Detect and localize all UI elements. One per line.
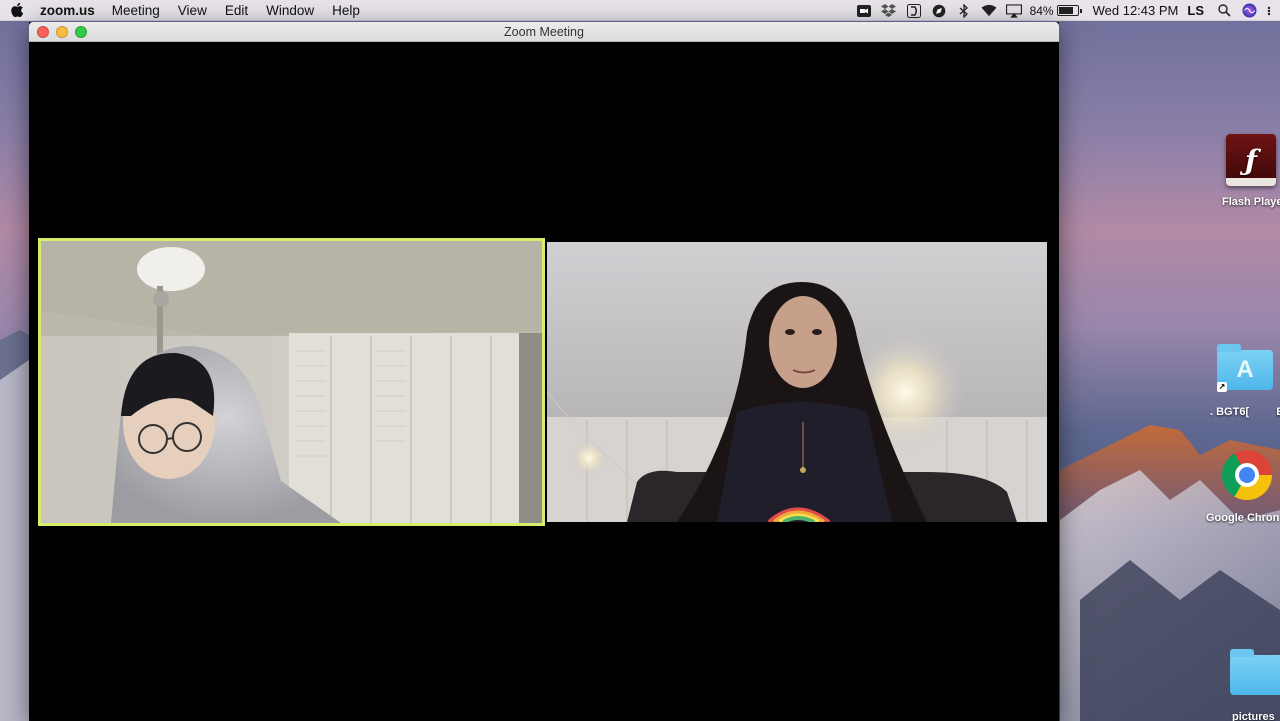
video-tile-active-speaker[interactable] xyxy=(38,238,545,526)
readability-icon[interactable] xyxy=(906,3,922,18)
user-initials[interactable]: LS xyxy=(1187,3,1204,18)
menu-app-name[interactable]: zoom.us xyxy=(40,3,95,18)
menu-clock[interactable]: Wed 12:43 PM xyxy=(1093,3,1179,18)
desktop-icon-pictures[interactable]: pictures xyxy=(1228,649,1280,721)
desktop-icon-flash-player[interactable]: ƒ Flash Playe xyxy=(1222,134,1280,208)
close-button[interactable] xyxy=(37,26,49,38)
flash-player-icon: ƒ xyxy=(1226,134,1276,186)
desktop-icon-label: . BGT6[ xyxy=(1210,406,1250,418)
menu-help[interactable]: Help xyxy=(332,3,360,18)
airplay-icon[interactable] xyxy=(1005,3,1022,18)
spotlight-search-icon[interactable] xyxy=(1216,4,1232,18)
desktop-icon-label: pictures xyxy=(1232,711,1275,721)
menu-bar: zoom.us Meeting View Edit Window Help 84… xyxy=(0,0,1280,21)
battery-icon[interactable] xyxy=(1056,5,1082,16)
bluetooth-icon[interactable] xyxy=(956,3,972,18)
desktop-icon-label: B xyxy=(1276,406,1280,418)
minimize-button[interactable] xyxy=(56,26,68,38)
desktop-icon-label: Google Chron xyxy=(1206,512,1280,524)
notification-center-icon[interactable] xyxy=(1266,4,1272,18)
app-store-folder-icon: A ↗ xyxy=(1217,344,1273,392)
window-titlebar[interactable]: Zoom Meeting xyxy=(29,22,1059,42)
window-title: Zoom Meeting xyxy=(504,24,584,39)
battery-percent: 84% xyxy=(1029,3,1054,18)
desktop-icon-chrome[interactable]: Google Chron xyxy=(1206,450,1280,524)
menu-meeting[interactable]: Meeting xyxy=(112,3,160,18)
apple-icon[interactable] xyxy=(10,2,26,18)
zoom-meeting-window: Zoom Meeting xyxy=(29,22,1059,721)
zoom-button[interactable] xyxy=(75,26,87,38)
window-controls xyxy=(37,26,94,38)
menu-window[interactable]: Window xyxy=(266,3,314,18)
participant-video-feed xyxy=(41,241,542,523)
desktop-icon-label: Flash Playe xyxy=(1222,196,1280,208)
status-area: 84% Wed 12:43 PM LS xyxy=(847,0,1272,21)
siri-icon[interactable] xyxy=(1241,3,1257,18)
participant-video-feed xyxy=(547,242,1047,522)
folder-icon xyxy=(1230,649,1280,695)
wifi-icon[interactable] xyxy=(981,4,997,18)
video-tile-participant[interactable] xyxy=(547,242,1047,522)
dropbox-icon[interactable] xyxy=(881,4,897,18)
compass-icon[interactable] xyxy=(931,4,947,18)
chrome-icon xyxy=(1222,450,1272,500)
zoom-camera-icon[interactable] xyxy=(856,4,872,18)
menu-edit[interactable]: Edit xyxy=(225,3,248,18)
desktop-icon-app-store-folder[interactable]: A↗ . BGT6[ B xyxy=(1210,344,1280,418)
menu-view[interactable]: View xyxy=(178,3,207,18)
